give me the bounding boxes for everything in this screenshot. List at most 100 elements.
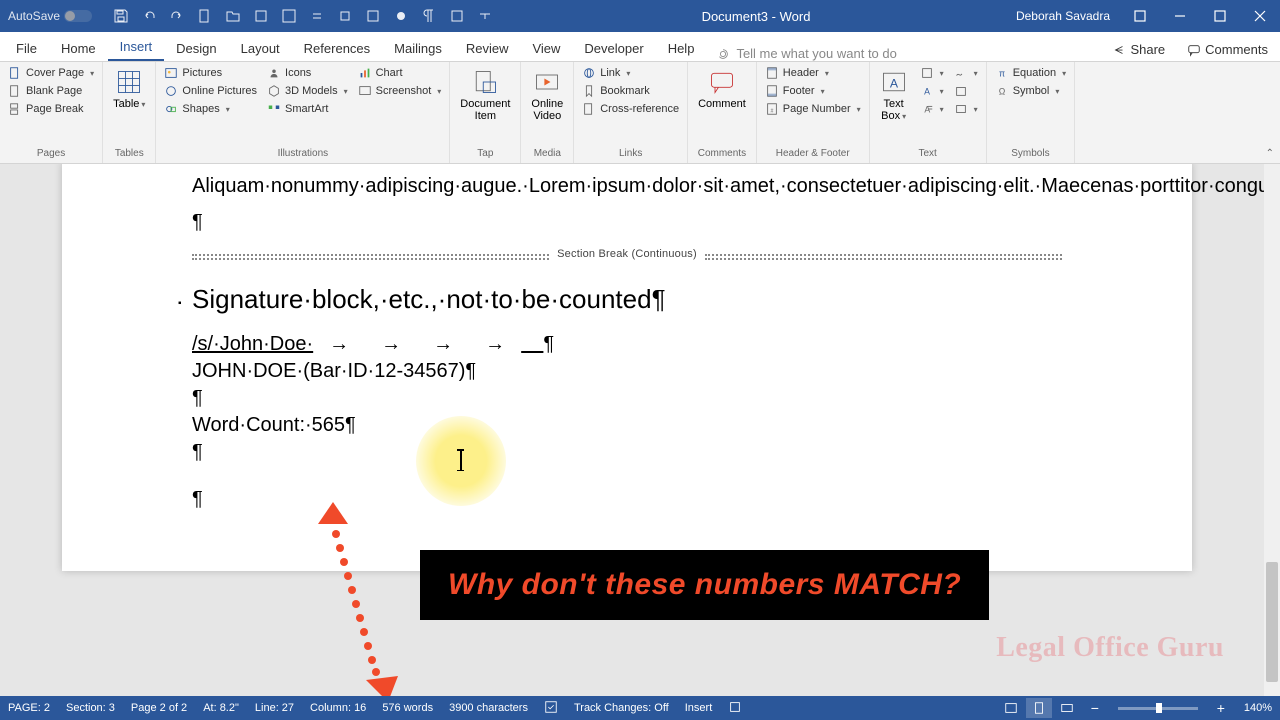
zoom-slider[interactable] [1118, 707, 1198, 710]
qa-icon-7[interactable] [444, 3, 470, 29]
collapse-ribbon-icon[interactable]: ⌃ [1266, 148, 1274, 159]
tab-help[interactable]: Help [656, 35, 707, 61]
header-button[interactable]: Header [761, 64, 865, 82]
tab-view[interactable]: View [520, 35, 572, 61]
group-pages-label: Pages [4, 146, 98, 161]
tab-references[interactable]: References [292, 35, 382, 61]
page-number-button[interactable]: #Page Number [761, 100, 865, 118]
equation-button[interactable]: πEquation [991, 64, 1070, 82]
screenshot-button[interactable]: Screenshot [354, 82, 446, 100]
qa-icon-2[interactable] [276, 3, 302, 29]
maximize-icon[interactable] [1200, 0, 1240, 32]
pictures-button[interactable]: Pictures [160, 64, 261, 82]
close-icon[interactable] [1240, 0, 1280, 32]
status-macro-icon[interactable] [720, 700, 750, 717]
table-button[interactable]: Table [107, 64, 151, 114]
icons-button[interactable]: Icons [263, 64, 352, 82]
document-title: Document3 - Word [506, 9, 1006, 24]
empty-para: ¶ [192, 387, 1062, 410]
tab-layout[interactable]: Layout [229, 35, 292, 61]
view-print-icon[interactable] [1026, 698, 1052, 718]
tab-mailings[interactable]: Mailings [382, 35, 454, 61]
cross-reference-button[interactable]: Cross-reference [578, 100, 683, 118]
tell-me-search[interactable]: Tell me what you want to do [716, 46, 896, 61]
vertical-scrollbar[interactable] [1264, 164, 1280, 696]
footer-button[interactable]: Footer [761, 82, 865, 100]
autosave-toggle[interactable]: AutoSave [0, 9, 100, 23]
status-words[interactable]: 576 words [374, 702, 441, 714]
signature-name[interactable]: JOHN·DOE·(Bar·ID·12-34567)¶ [192, 360, 1062, 383]
status-line[interactable]: Line: 27 [247, 702, 302, 714]
qa-more-icon[interactable] [472, 3, 498, 29]
page-break-button[interactable]: Page Break [4, 100, 98, 118]
new-icon[interactable] [192, 3, 218, 29]
tab-insert[interactable]: Insert [108, 33, 165, 61]
object-button[interactable] [950, 100, 982, 118]
qa-icon-3[interactable] [304, 3, 330, 29]
tab-review[interactable]: Review [454, 35, 521, 61]
group-comments-label: Comments [692, 146, 752, 161]
undo-icon[interactable] [136, 3, 162, 29]
shapes-button[interactable]: Shapes [160, 100, 261, 118]
share-button[interactable]: Share [1104, 38, 1173, 61]
status-section[interactable]: Section: 3 [58, 702, 123, 714]
tab-design[interactable]: Design [164, 35, 228, 61]
cover-page-button[interactable]: Cover Page [4, 64, 98, 82]
qa-icon-1[interactable] [248, 3, 274, 29]
blank-page-button[interactable]: Blank Page [4, 82, 98, 100]
zoom-out-icon[interactable]: − [1082, 698, 1108, 718]
tab-developer[interactable]: Developer [572, 35, 655, 61]
status-track-changes[interactable]: Track Changes: Off [566, 702, 677, 714]
online-pictures-button[interactable]: Online Pictures [160, 82, 261, 100]
qa-icon-5[interactable] [360, 3, 386, 29]
3d-models-button[interactable]: 3D Models [263, 82, 352, 100]
date-time-button[interactable] [950, 82, 982, 100]
save-icon[interactable] [108, 3, 134, 29]
status-spelling-icon[interactable] [536, 700, 566, 717]
user-name[interactable]: Deborah Savadra [1006, 9, 1120, 23]
view-focus-icon[interactable] [998, 698, 1024, 718]
qa-icon-4[interactable] [332, 3, 358, 29]
chart-button[interactable]: Chart [354, 64, 446, 82]
comment-button[interactable]: Comment [692, 64, 752, 114]
zoom-level[interactable]: 140% [1236, 702, 1280, 714]
word-count-line[interactable]: Word·Count:·565¶ [192, 414, 1062, 437]
bookmark-button[interactable]: Bookmark [578, 82, 683, 100]
tab-file[interactable]: File [4, 35, 49, 61]
minimize-icon[interactable] [1160, 0, 1200, 32]
group-symbols-label: Symbols [991, 146, 1070, 161]
zoom-in-icon[interactable]: + [1208, 698, 1234, 718]
status-characters[interactable]: 3900 characters [441, 702, 536, 714]
ribbon-display-icon[interactable] [1120, 0, 1160, 32]
signature-line[interactable]: /s/·John·Doe·→→→→ ¶ [192, 333, 1062, 358]
heading[interactable]: Signature·block,·etc.,·not·to·be·counted… [192, 284, 1062, 315]
text-box-button[interactable]: AText Box [874, 64, 914, 126]
wordart-button[interactable]: A [916, 82, 948, 100]
signature-line-button[interactable] [950, 64, 982, 82]
status-at[interactable]: At: 8.2" [195, 702, 247, 714]
symbol-button[interactable]: ΩSymbol [991, 82, 1070, 100]
document-area[interactable]: Aliquam·nonummy·adipiscing·augue.·Lorem·… [0, 164, 1264, 696]
comments-button[interactable]: Comments [1179, 38, 1276, 61]
document-item-button[interactable]: Document Item [454, 64, 516, 126]
view-web-icon[interactable] [1054, 698, 1080, 718]
online-video-button[interactable]: Online Video [525, 64, 569, 126]
status-page-of[interactable]: Page 2 of 2 [123, 702, 195, 714]
group-text-label: Text [874, 146, 982, 161]
body-paragraph[interactable]: Aliquam·nonummy·adipiscing·augue.·Lorem·… [192, 172, 1062, 200]
smartart-button[interactable]: SmartArt [263, 100, 352, 118]
link-button[interactable]: Link [578, 64, 683, 82]
status-column[interactable]: Column: 16 [302, 702, 374, 714]
open-icon[interactable] [220, 3, 246, 29]
quick-parts-button[interactable] [916, 64, 948, 82]
status-insert[interactable]: Insert [677, 702, 721, 714]
svg-text:Ω: Ω [998, 87, 1005, 97]
group-tables-label: Tables [107, 146, 151, 161]
scrollbar-thumb[interactable] [1266, 562, 1278, 682]
redo-icon[interactable] [164, 3, 190, 29]
qa-icon-6[interactable] [388, 3, 414, 29]
status-page[interactable]: PAGE: 2 [0, 702, 58, 714]
paragraph-icon[interactable] [416, 3, 442, 29]
tab-home[interactable]: Home [49, 35, 108, 61]
drop-cap-button[interactable]: A [916, 100, 948, 118]
